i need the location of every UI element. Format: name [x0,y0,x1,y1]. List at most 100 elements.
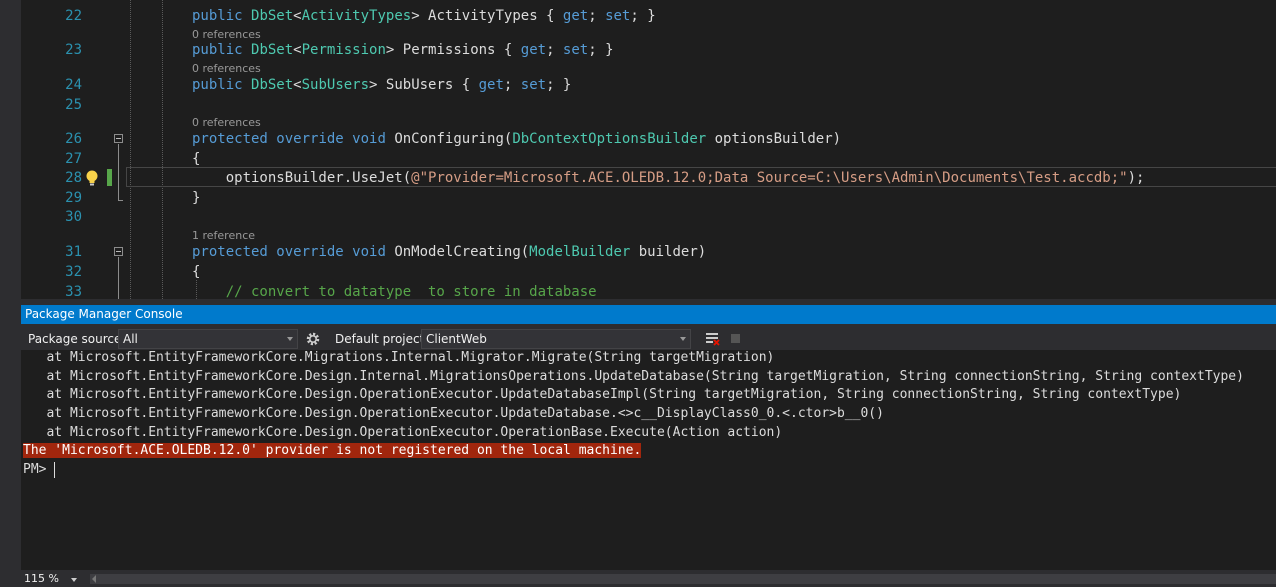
code-token: { [192,264,201,280]
code-token: override [276,244,353,260]
outline-line [118,144,119,200]
code-line[interactable]: optionsBuilder.UseJet(@"Provider=Microso… [192,169,1145,187]
line-number: 26 [65,131,82,147]
codelens-references[interactable]: 0 references [192,28,261,41]
code-token: ; } [630,8,656,24]
code-token: ; [588,8,606,24]
line-number: 22 [65,8,82,24]
code-line[interactable]: public DbSet<SubUsers> SubUsers { get; s… [192,76,571,94]
line-number: 33 [65,284,82,299]
code-token: // convert to datatype to store in datab… [225,284,597,299]
code-token: < [293,42,302,58]
code-token: > ActivityTypes { [411,8,563,24]
console-line: at Microsoft.EntityFrameworkCore.Design.… [23,369,1244,384]
code-token: set [520,77,547,93]
code-token: DbSet [251,8,294,24]
horizontal-scrollbar[interactable] [90,574,1276,584]
codelens-references[interactable]: 0 references [192,62,261,75]
code-token: set [562,42,589,58]
console-line: at Microsoft.EntityFrameworkCore.Design.… [23,387,1182,402]
chevron-down-icon [287,337,293,341]
line-number: 27 [65,151,82,167]
package-source-value: All [123,332,138,346]
code-token: @"Provider=Microsoft.ACE.OLEDB.12.0;Data… [411,170,1128,186]
code-token: { [192,151,201,167]
console-line: at Microsoft.EntityFrameworkCore.Design.… [23,406,884,421]
codelens-references[interactable]: 0 references [192,116,261,129]
code-line[interactable]: { [192,263,200,281]
code-line[interactable]: { [192,150,200,168]
code-line[interactable]: public DbSet<ActivityTypes> ActivityType… [192,7,656,25]
code-token: optionsBuilder.UseJet( [192,170,412,186]
default-project-dropdown[interactable]: ClientWeb [421,329,691,349]
console-title: Package Manager Console [25,307,183,321]
code-editor[interactable]: 22 23 24 25 26 27 28 29 30 31 32 33 0 re… [0,0,1276,299]
outline-line [118,257,119,299]
indent-guide [162,0,163,299]
code-token: } [192,190,201,206]
codelens-references[interactable]: 1 reference [192,229,255,242]
outline-line [118,200,123,201]
code-line[interactable]: public DbSet<Permission> Permissions { g… [192,41,614,59]
code-token: DbContextOptionsBuilder [512,131,707,147]
collapse-icon[interactable] [114,134,123,143]
code-token: void [352,131,395,147]
line-number: 28 [65,170,82,186]
console-titlebar[interactable] [21,305,1276,324]
default-project-value: ClientWeb [426,332,487,346]
code-token: void [352,244,395,260]
code-token: builder) [630,244,707,260]
error-message: The 'Microsoft.ACE.OLEDB.12.0' provider … [23,442,642,460]
package-source-label: Package source: [28,332,126,346]
console-prompt[interactable]: PM> [23,461,54,479]
line-number: 23 [65,42,82,58]
editor-left-margin [0,0,21,299]
code-token: DbSet [251,77,294,93]
code-token: < [293,8,302,24]
code-line[interactable]: } [192,189,200,207]
code-token: ); [1127,170,1145,186]
code-token: ; } [546,77,572,93]
line-number: 29 [65,190,82,206]
gear-icon[interactable] [304,330,322,348]
code-line[interactable]: protected override void OnConfiguring(Db… [192,130,841,148]
code-token: ; } [588,42,614,58]
code-token: protected [192,131,277,147]
code-token: get [520,42,547,58]
code-token: get [478,77,504,93]
code-token: ; [503,77,521,93]
code-line[interactable]: protected override void OnModelCreating(… [192,243,706,261]
code-token: > SubUsers { [369,77,479,93]
package-source-dropdown[interactable]: All [118,329,298,349]
code-token: < [293,77,302,93]
error-text: The 'Microsoft.ACE.OLEDB.12.0' provider … [23,443,642,458]
code-token: protected [192,244,277,260]
scroll-left-icon[interactable] [92,575,96,583]
collapse-icon[interactable] [114,247,123,256]
code-token: ModelBuilder [529,244,631,260]
clear-console-icon[interactable] [705,331,721,347]
code-token: DbSet [251,42,294,58]
change-indicator [107,169,112,186]
stop-icon[interactable] [731,334,740,343]
text-caret [54,462,55,478]
code-token: public [192,42,252,58]
code-token: ActivityTypes [301,8,412,24]
lightbulb-icon[interactable] [84,169,100,187]
code-token: SubUsers [301,77,370,93]
code-token: Permission [301,42,386,58]
zoom-dropdown[interactable]: 115 % [21,571,83,587]
code-token: set [605,8,631,24]
chevron-down-icon [680,337,686,341]
line-number: 30 [65,209,82,225]
code-token: ; [546,42,563,58]
zoom-level: 115 % [24,572,59,585]
line-number: 31 [65,244,82,260]
chevron-down-icon [71,578,77,582]
default-project-label: Default project: [335,332,429,346]
code-token: public [192,77,252,93]
code-token: > Permissions { [385,42,521,58]
code-line[interactable]: // convert to datatype to store in datab… [192,283,597,299]
code-token: optionsBuilder) [706,131,842,147]
